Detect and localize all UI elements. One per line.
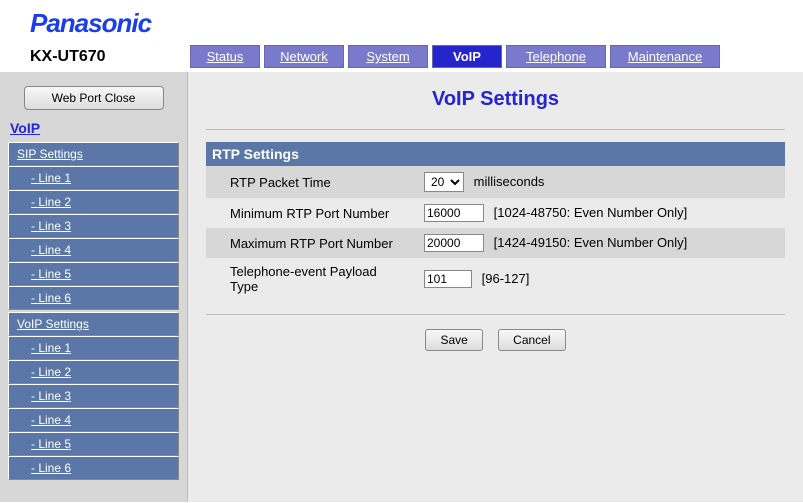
top-tabs: Status Network System VoIP Telephone Mai… bbox=[190, 45, 720, 68]
tab-telephone[interactable]: Telephone bbox=[506, 45, 606, 68]
row-min-rtp-port: Minimum RTP Port Number [1024-48750: Eve… bbox=[206, 198, 785, 228]
rtp-packet-time-unit: milliseconds bbox=[474, 174, 545, 189]
row-max-rtp-port: Maximum RTP Port Number [1424-49150: Eve… bbox=[206, 228, 785, 258]
sidebar-item-sip-line6[interactable]: - Line 6 bbox=[8, 286, 179, 310]
label-rtp-packet-time: RTP Packet Time bbox=[206, 166, 416, 198]
cancel-button[interactable]: Cancel bbox=[498, 329, 565, 351]
tab-voip[interactable]: VoIP bbox=[432, 45, 502, 68]
row-payload-type: Telephone-event Payload Type [96-127] bbox=[206, 258, 785, 300]
min-rtp-port-input[interactable] bbox=[424, 204, 484, 222]
sidebar-item-voip-line1[interactable]: - Line 1 bbox=[8, 336, 179, 360]
sidebar: Web Port Close VoIP SIP Settings - Line … bbox=[0, 72, 188, 502]
sidebar-item-sip-line2[interactable]: - Line 2 bbox=[8, 190, 179, 214]
sidebar-item-sip-line3[interactable]: - Line 3 bbox=[8, 214, 179, 238]
payload-type-hint: [96-127] bbox=[482, 271, 530, 286]
label-max-rtp-port: Maximum RTP Port Number bbox=[206, 228, 416, 258]
cell-payload-type: [96-127] bbox=[416, 258, 785, 300]
label-min-rtp-port: Minimum RTP Port Number bbox=[206, 198, 416, 228]
tab-maintenance[interactable]: Maintenance bbox=[610, 45, 720, 68]
max-rtp-port-hint: [1424-49150: Even Number Only] bbox=[494, 235, 688, 250]
sidebar-item-sip-line5[interactable]: - Line 5 bbox=[8, 262, 179, 286]
sidebar-item-voip-line2[interactable]: - Line 2 bbox=[8, 360, 179, 384]
model-label: KX-UT670 bbox=[0, 48, 190, 66]
divider bbox=[206, 129, 785, 130]
main-panel: VoIP Settings RTP Settings RTP Packet Ti… bbox=[188, 72, 803, 502]
payload-type-input[interactable] bbox=[424, 270, 472, 288]
button-row: Save Cancel bbox=[206, 329, 785, 351]
sidebar-item-voip-line3[interactable]: - Line 3 bbox=[8, 384, 179, 408]
save-button[interactable]: Save bbox=[425, 329, 482, 351]
sidebar-item-voip-line4[interactable]: - Line 4 bbox=[8, 408, 179, 432]
cell-min-rtp-port: [1024-48750: Even Number Only] bbox=[416, 198, 785, 228]
sidebar-item-voip-line5[interactable]: - Line 5 bbox=[8, 432, 179, 456]
sidebar-group-sip-settings[interactable]: SIP Settings bbox=[8, 142, 179, 166]
sidebar-item-voip-line6[interactable]: - Line 6 bbox=[8, 456, 179, 480]
header: Panasonic bbox=[0, 0, 803, 39]
min-rtp-port-hint: [1024-48750: Even Number Only] bbox=[494, 205, 688, 220]
sidebar-item-sip-line1[interactable]: - Line 1 bbox=[8, 166, 179, 190]
web-port-close-button[interactable]: Web Port Close bbox=[24, 86, 164, 110]
row-rtp-packet-time: RTP Packet Time 20 milliseconds bbox=[206, 166, 785, 198]
sidebar-title[interactable]: VoIP bbox=[10, 120, 179, 136]
sidebar-group-voip-settings[interactable]: VoIP Settings bbox=[8, 312, 179, 336]
label-payload-type: Telephone-event Payload Type bbox=[206, 258, 416, 300]
tab-network[interactable]: Network bbox=[264, 45, 344, 68]
body: Web Port Close VoIP SIP Settings - Line … bbox=[0, 72, 803, 502]
model-tab-row: KX-UT670 Status Network System VoIP Tele… bbox=[0, 45, 803, 68]
max-rtp-port-input[interactable] bbox=[424, 234, 484, 252]
cell-rtp-packet-time: 20 milliseconds bbox=[416, 166, 785, 198]
section-head-rtp: RTP Settings bbox=[206, 142, 785, 166]
brand-logo: Panasonic bbox=[30, 8, 803, 39]
page-title: VoIP Settings bbox=[206, 88, 785, 111]
tab-status[interactable]: Status bbox=[190, 45, 260, 68]
settings-table: RTP Packet Time 20 milliseconds Minimum … bbox=[206, 166, 785, 300]
rtp-packet-time-select[interactable]: 20 bbox=[424, 172, 464, 192]
sidebar-item-sip-line4[interactable]: - Line 4 bbox=[8, 238, 179, 262]
divider-bottom bbox=[206, 314, 785, 315]
page-root: Panasonic KX-UT670 Status Network System… bbox=[0, 0, 803, 503]
tab-system[interactable]: System bbox=[348, 45, 428, 68]
cell-max-rtp-port: [1424-49150: Even Number Only] bbox=[416, 228, 785, 258]
